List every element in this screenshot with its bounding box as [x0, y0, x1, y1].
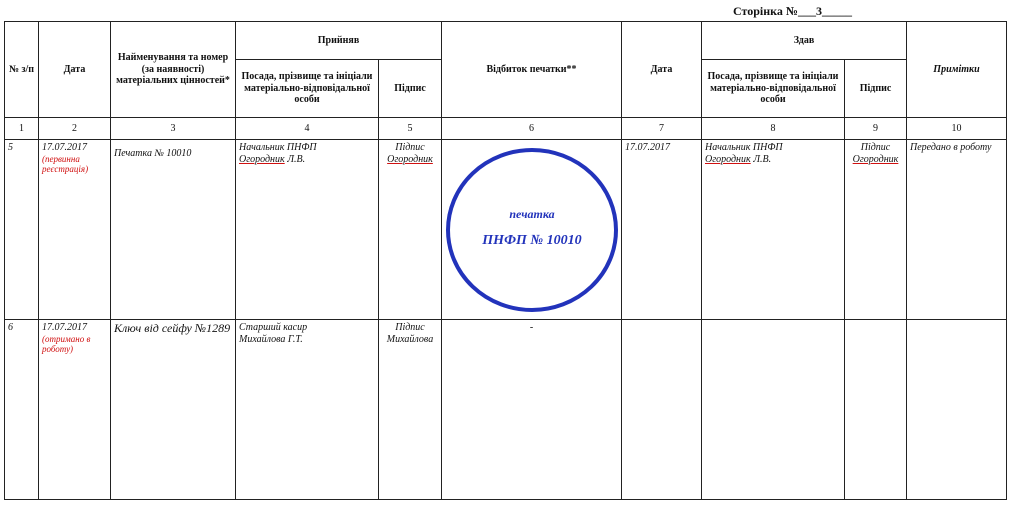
row-received-signature-word: Підпис [395, 142, 425, 153]
column-number: 8 [701, 117, 845, 140]
header-no: № з/п [4, 21, 39, 118]
column-number: 3 [110, 117, 236, 140]
stamp-line-2: ПНФП № 10010 [481, 233, 581, 248]
row-received-signature: Підпис Огородник [378, 139, 442, 320]
row-date-value: 17.07.2017 [42, 322, 87, 333]
row-received-signature: Підпис Михайлова [378, 319, 442, 500]
row-received-name: Михайлова Г.Т. [239, 333, 303, 345]
header-stamp: Відбиток печатки** [441, 21, 622, 118]
row-item-name: Печатка № 10010 [110, 139, 236, 320]
table-row: 6 17.07.2017 (отримано в роботу) Ключ ві… [4, 319, 1007, 500]
row-handed-signature-word: Підпис [860, 142, 891, 153]
header-handed-position: Посада, прізвище та ініціали матеріально… [701, 59, 845, 118]
journal-table: № з/п Дата Найменування та номер (за ная… [4, 21, 1007, 500]
row-stamp-cell: печатка ПНФП № 10010 [441, 139, 622, 320]
row-handed-initials: Л.В. [750, 153, 772, 165]
header-handed-group: Здав [701, 21, 907, 60]
column-number: 4 [235, 117, 379, 140]
table-row: 5 17.07.2017 (первинна реєстрація) Печат… [4, 139, 1007, 320]
row-date: 17.07.2017 (первинна реєстрація) [38, 139, 111, 320]
header-date: Дата [38, 21, 111, 118]
row-number: 5 [4, 139, 39, 320]
column-number: 6 [441, 117, 622, 140]
column-number: 2 [38, 117, 111, 140]
row-handed-person [701, 319, 845, 500]
row-handed-name: Огородник [705, 153, 751, 165]
row-date-note: (отримано в роботу) [42, 333, 91, 354]
row-received-person: Старший касир Михайлова Г.Т. [235, 319, 379, 500]
row-handed-signature [844, 319, 907, 500]
row-received-position: Старший касир [239, 322, 308, 333]
row-stamp-cell: - [441, 319, 622, 500]
column-number: 5 [378, 117, 442, 140]
row-received-signature-name: Михайлова [386, 333, 434, 345]
row-handed-signature-name: Огородник [852, 153, 899, 165]
row-received-position: Начальник ПНФП [239, 142, 317, 153]
row-date-note: (первинна реєстрація) [42, 153, 89, 174]
stamp-seal-icon: печатка ПНФП № 10010 [445, 147, 618, 312]
row-handed-signature: Підпис Огородник [844, 139, 907, 320]
row-date-value: 17.07.2017 [42, 142, 87, 153]
row-received-signature-word: Підпис [395, 322, 425, 333]
row-date2 [621, 319, 702, 500]
row-received-signature-name: Огородник [387, 153, 433, 165]
column-number: 10 [906, 117, 1007, 140]
column-number: 9 [844, 117, 907, 140]
header-item-name: Найменування та номер (за наявності) мат… [110, 21, 236, 118]
row-date: 17.07.2017 (отримано в роботу) [38, 319, 111, 500]
header-handed-signature: Підпис [844, 59, 907, 118]
header-received-signature: Підпис [378, 59, 442, 118]
row-handed-person: Начальник ПНФП Огородник Л.В. [701, 139, 845, 320]
row-received-person: Начальник ПНФП Огородник Л.В. [235, 139, 379, 320]
row-number: 6 [4, 319, 39, 500]
stamp-line-1: печатка [509, 207, 554, 221]
row-item-name: Ключ від сейфу №1289 [110, 319, 236, 500]
row-received-name: Огородник [239, 153, 285, 165]
row-received-initials: Л.В. [284, 153, 306, 165]
column-number: 1 [4, 117, 39, 140]
stamp-circle [445, 147, 618, 312]
row-notes [906, 319, 1007, 500]
header-date2: Дата [621, 21, 702, 118]
header-row-1: № з/п Дата Найменування та номер (за ная… [4, 21, 1007, 118]
row-notes: Передано в роботу [906, 139, 1007, 320]
row-handed-position: Начальник ПНФП [705, 142, 783, 153]
page-number-label: Сторінка №___3_____ [733, 4, 852, 18]
header-received-position: Посада, прізвище та ініціали матеріально… [235, 59, 379, 118]
header-received-group: Прийняв [235, 21, 442, 60]
column-number: 7 [621, 117, 702, 140]
header-notes: Примітки [906, 21, 1007, 118]
column-number-row: 1 2 3 4 5 6 7 8 9 10 [4, 117, 1007, 140]
row-date2: 17.07.2017 [621, 139, 702, 320]
